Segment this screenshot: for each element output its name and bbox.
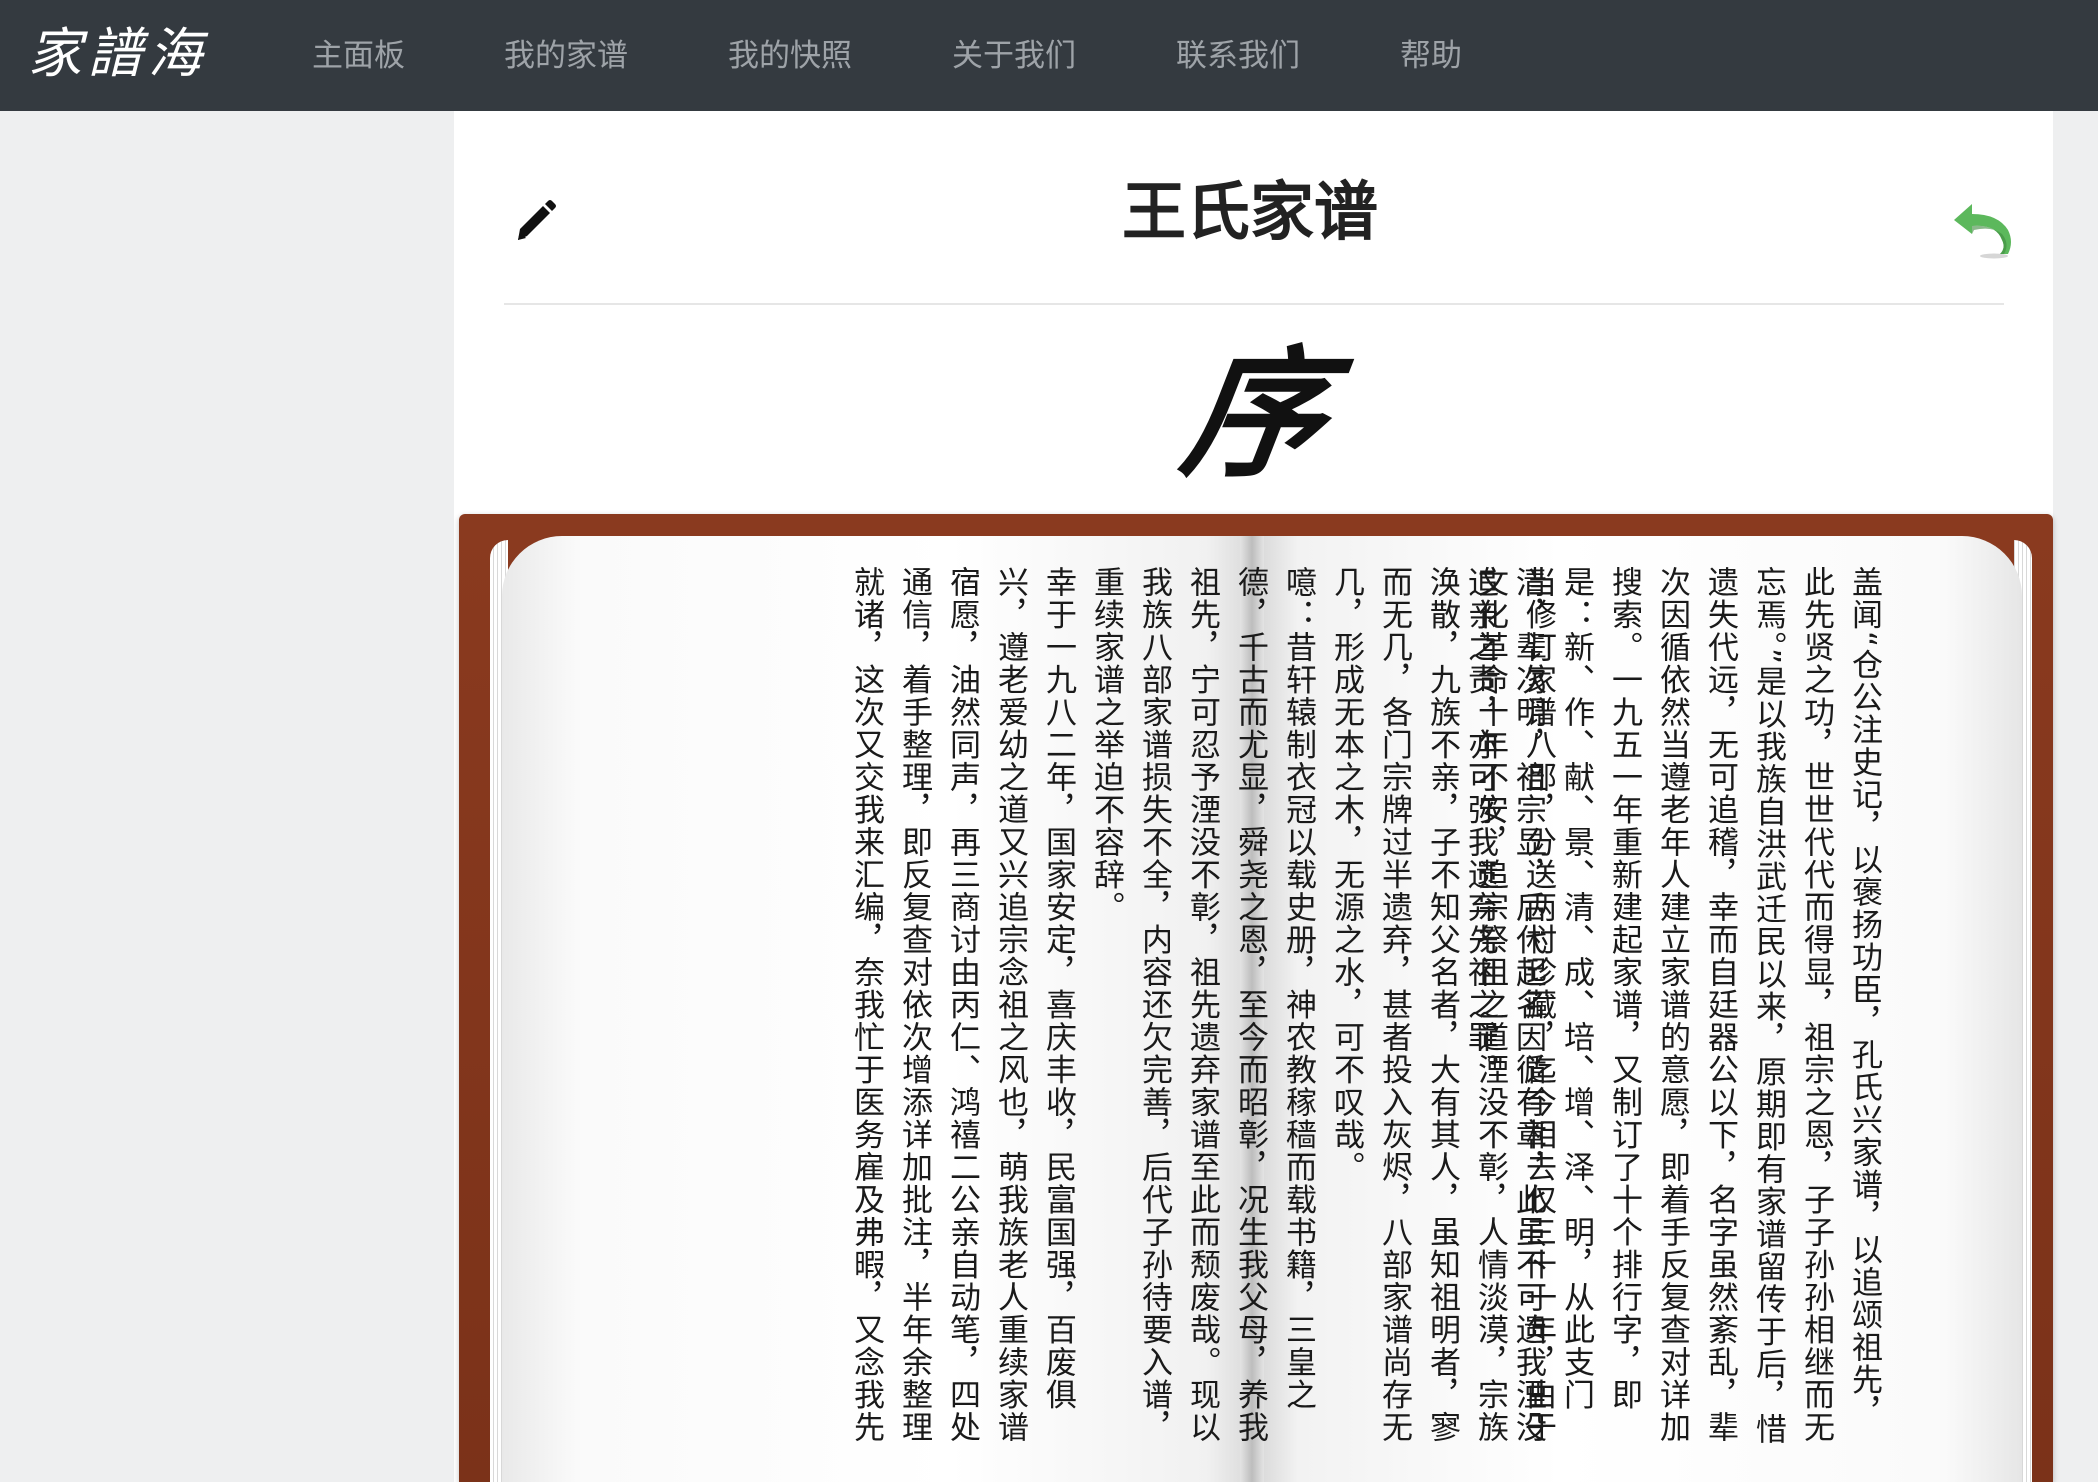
top-navbar: 家譜海 主面板 我的家谱 我的快照 关于我们 联系我们 帮助 [0, 0, 2098, 111]
nav-my-snapshots[interactable]: 我的快照 [728, 36, 852, 76]
edit-button[interactable] [510, 196, 560, 246]
left-page-text: 当修订家谱八部，分送两村珍藏，迄今相去仅三十一年，由于文化革命十年不安，追宗祭祖… [848, 566, 1556, 1444]
back-button[interactable] [1950, 196, 2014, 260]
preface-heading: 序 [1173, 333, 1337, 497]
title-divider [504, 303, 2004, 305]
nav-contact-us[interactable]: 联系我们 [1176, 36, 1300, 76]
undo-arrow-icon [1954, 204, 2011, 259]
nav-dashboard[interactable]: 主面板 [312, 36, 405, 76]
nav-help[interactable]: 帮助 [1400, 36, 1462, 76]
site-logo[interactable]: 家譜海 [28, 22, 208, 86]
page-title: 王氏家谱 [1122, 176, 1378, 250]
nav-my-genealogy[interactable]: 我的家谱 [504, 36, 628, 76]
right-gutter [2053, 111, 2098, 1482]
pencil-icon [518, 200, 556, 240]
nav-about-us[interactable]: 关于我们 [952, 36, 1076, 76]
left-sidebar [0, 111, 454, 1482]
